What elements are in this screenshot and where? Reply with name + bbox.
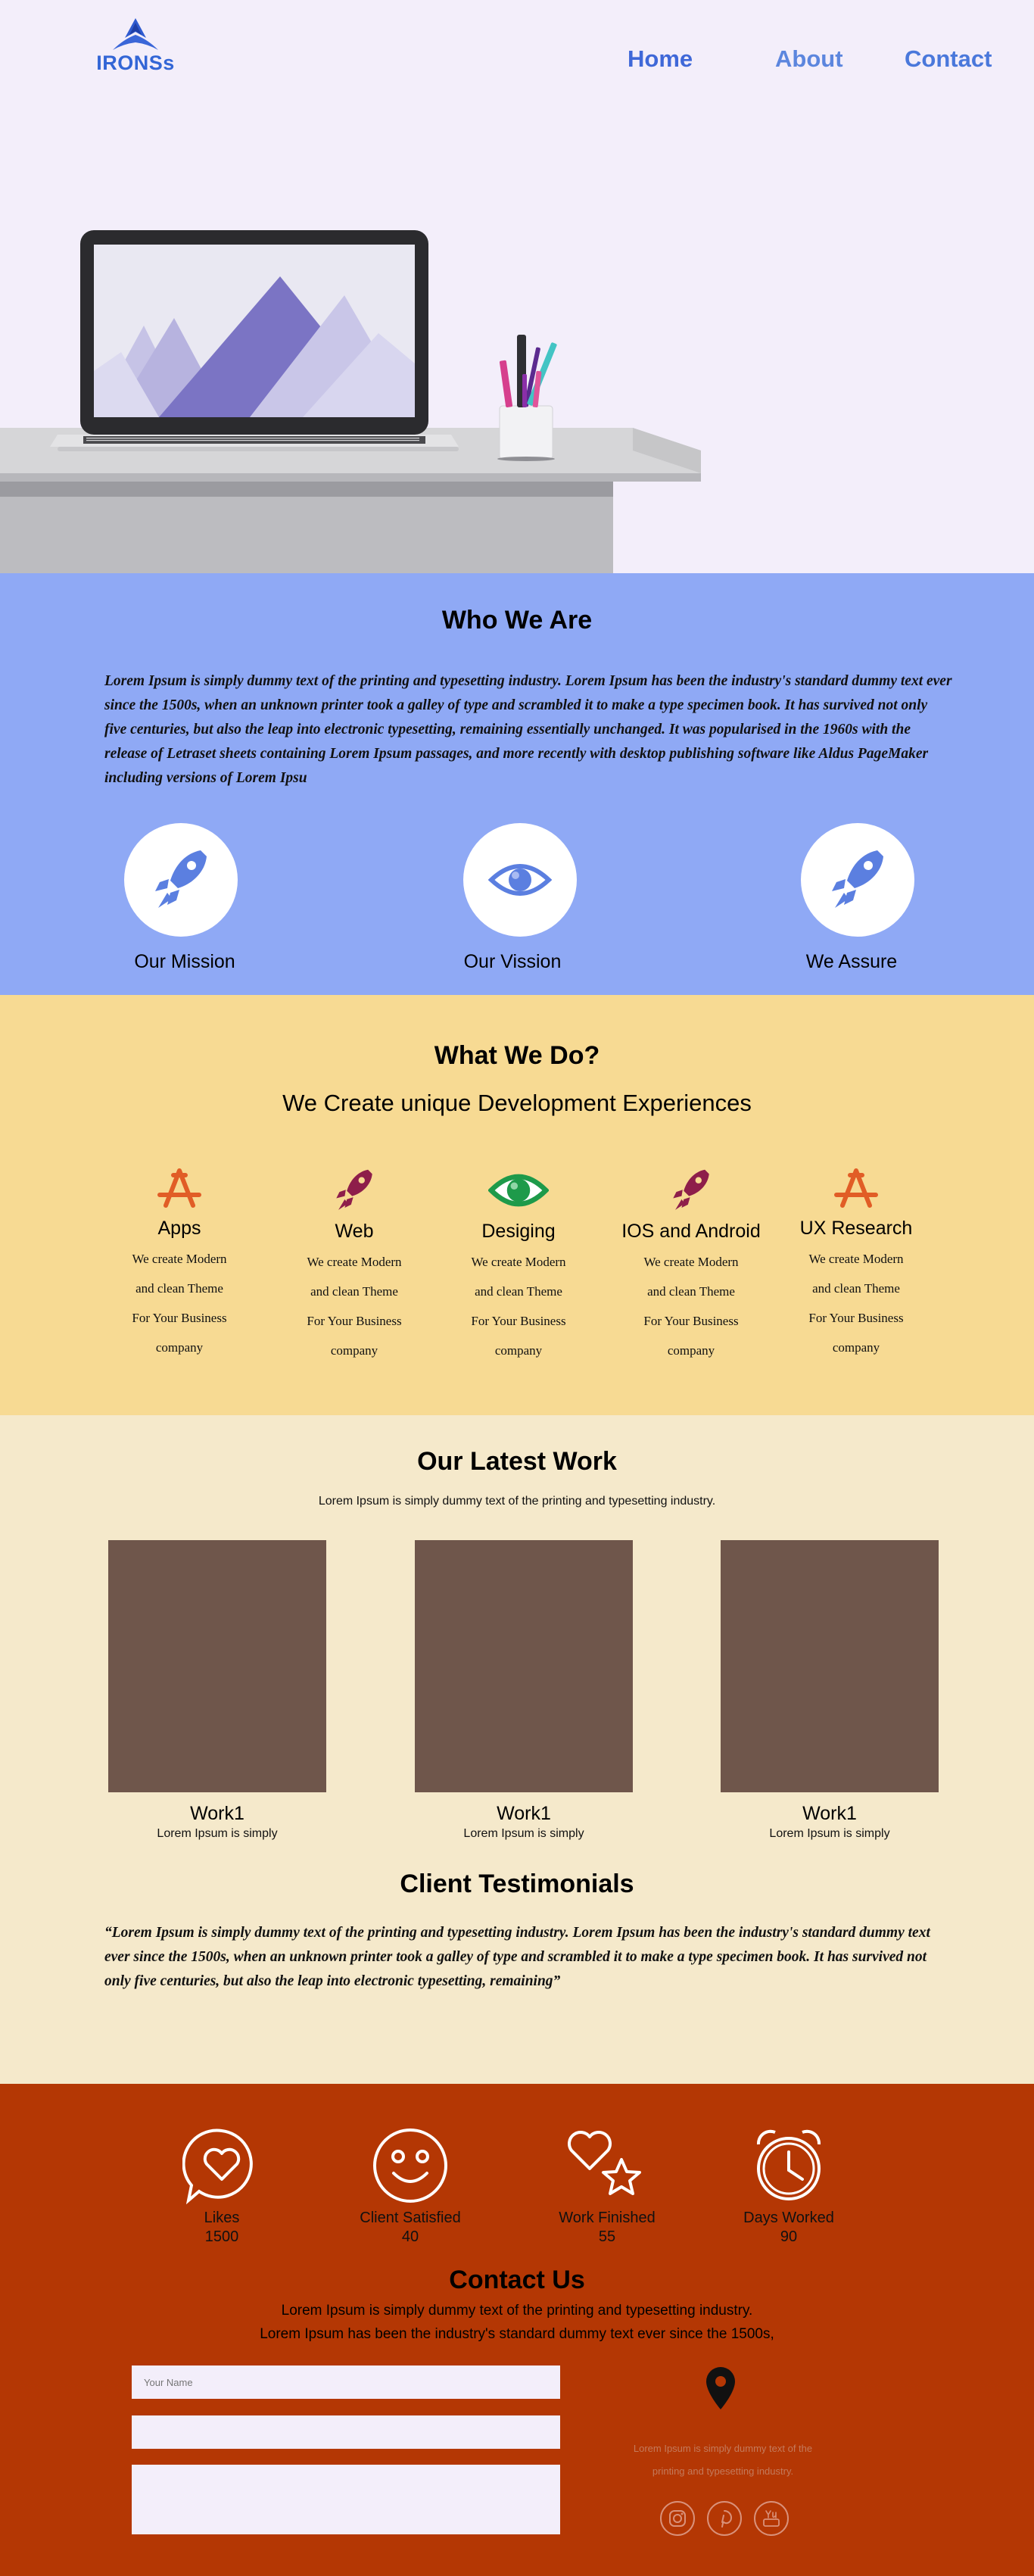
stat-label: Work Finished: [559, 2210, 656, 2226]
work-image[interactable]: [108, 1540, 326, 1792]
rocket-icon: [832, 850, 883, 908]
what-we-do-subtitle: We Create unique Development Experiences: [282, 1090, 752, 1116]
latest-work-section: Our Latest Work Lorem Ipsum is simply du…: [0, 1415, 1034, 2084]
what-we-do-section: What We Do? We Create unique Development…: [0, 995, 1034, 1415]
eye-icon: [488, 1174, 549, 1207]
pinterest-icon[interactable]: [707, 2501, 742, 2536]
heart-star-icon: [568, 2131, 641, 2195]
service-name: Desiging: [481, 1221, 556, 1242]
desk-lip: [0, 473, 701, 482]
stat-clients: Client Satisfied 40: [335, 2126, 486, 2246]
testimonial-quote: “Lorem Ipsum is simply dummy text of the…: [104, 1925, 930, 1989]
work-card[interactable]: Work1 Lorem Ipsum is simply: [108, 1540, 326, 1841]
mission-circle[interactable]: [124, 823, 238, 937]
smiley-icon: [373, 2128, 447, 2203]
service-name: Web: [335, 1221, 374, 1242]
stat-value: 1500: [204, 2228, 239, 2245]
hero-illustration: [0, 230, 701, 573]
desk-shelf: [0, 482, 613, 497]
logo-icon: [113, 18, 158, 50]
service-ux-research[interactable]: UX Research We create Modern and clean Th…: [780, 1168, 932, 1362]
nav-contact-link[interactable]: Contact: [905, 45, 992, 73]
nav-home-link[interactable]: Home: [628, 45, 693, 73]
pen-cup: [499, 405, 553, 460]
service-desc: We create Modern and clean Theme For Your …: [471, 1255, 566, 1358]
assure-circle[interactable]: [801, 823, 914, 937]
mission-label: Our Mission: [134, 951, 235, 972]
assure-label: We Assure: [805, 951, 898, 972]
eye-icon: [488, 864, 552, 896]
stat-value: 40: [401, 2228, 419, 2245]
stat-days-worked: Days Worked 90: [713, 2126, 864, 2246]
work-name: Work1: [497, 1803, 551, 1824]
service-ios-android[interactable]: IOS and Android We create Modern and clea…: [615, 1168, 767, 1365]
work-name: Work1: [802, 1803, 857, 1824]
stat-value: 90: [780, 2228, 798, 2245]
logo[interactable]: IRONSs: [94, 15, 177, 75]
location-pin-icon: [706, 2367, 735, 2409]
contact-text-line: Lorem Ipsum has been the industry's stan…: [260, 2326, 774, 2342]
app-store-icon: [834, 1168, 878, 1208]
stat-label: Likes: [204, 2210, 240, 2226]
stat-value: 55: [598, 2228, 616, 2245]
rocket-icon: [336, 1169, 372, 1210]
nav-about-link[interactable]: About: [775, 45, 843, 73]
work-desc: Lorem Ipsum is simply: [463, 1827, 584, 1840]
vision-label: Our Vission: [463, 951, 562, 972]
service-desc: We create Modern and clean Theme For Your …: [808, 1252, 904, 1355]
stat-label: Client Satisfied: [360, 2210, 461, 2226]
service-desc: We create Modern and clean Theme For Your …: [643, 1255, 739, 1358]
work-name: Work1: [190, 1803, 244, 1824]
service-desc: We create Modern and clean Theme For Your …: [132, 1252, 227, 1355]
contact-text-line: Lorem Ipsum is simply dummy text of the …: [281, 2303, 753, 2319]
address-text: Lorem Ipsum is simply dummy text of the …: [633, 2443, 813, 2477]
alarm-clock-icon: [756, 2129, 821, 2200]
work-image[interactable]: [721, 1540, 939, 1792]
what-we-do-title: What We Do?: [434, 1041, 600, 1070]
youtube-icon[interactable]: [754, 2501, 789, 2536]
testimonials-title: Client Testimonials: [400, 1870, 634, 1898]
stat-label: Days Worked: [743, 2210, 834, 2226]
logo-text: IRONSs: [96, 51, 175, 74]
service-apps[interactable]: Apps We create Modern and clean Theme For …: [104, 1168, 255, 1362]
work-image[interactable]: [415, 1540, 633, 1792]
contact-title: Contact Us: [449, 2266, 585, 2294]
service-desc: We create Modern and clean Theme For Your …: [307, 1255, 402, 1358]
stat-likes: Likes 1500: [146, 2126, 297, 2246]
name-field[interactable]: [132, 2365, 560, 2399]
work-card[interactable]: Work1 Lorem Ipsum is simply: [415, 1540, 633, 1841]
message-field[interactable]: [132, 2465, 560, 2534]
work-card[interactable]: Work1 Lorem Ipsum is simply: [721, 1540, 939, 1841]
service-web[interactable]: Web We create Modern and clean Theme For Y…: [279, 1168, 430, 1365]
rocket-icon: [155, 850, 207, 908]
latest-work-subtitle: Lorem Ipsum is simply dummy text of the …: [318, 1495, 716, 1508]
vision-circle[interactable]: [463, 823, 577, 937]
email-field[interactable]: [132, 2415, 560, 2449]
who-we-are-title: Who We Are: [441, 606, 593, 635]
who-we-are-section: Who We Are Lorem Ipsum is simply dummy t…: [0, 573, 1034, 995]
service-name: IOS and Android: [621, 1221, 761, 1242]
latest-work-title: Our Latest Work: [417, 1447, 617, 1476]
work-desc: Lorem Ipsum is simply: [769, 1827, 890, 1840]
app-store-icon: [157, 1168, 201, 1208]
service-designing[interactable]: Desiging We create Modern and clean Theme…: [443, 1168, 594, 1365]
hero-section: IRONSs Home About Contact: [0, 0, 1034, 573]
instagram-icon[interactable]: [660, 2501, 695, 2536]
who-we-are-text: Lorem Ipsum is simply dummy text of the …: [104, 673, 952, 786]
heart-chat-icon: [182, 2128, 253, 2205]
contact-footer-section: Likes 1500 Client Satisfied 40 Work Fini…: [0, 2084, 1034, 2576]
desk-body: [0, 497, 613, 573]
service-name: Apps: [157, 1218, 201, 1239]
service-name: UX Research: [799, 1218, 913, 1239]
stat-work-finished: Work Finished 55: [531, 2126, 683, 2246]
work-desc: Lorem Ipsum is simply: [157, 1827, 278, 1840]
rocket-icon: [673, 1169, 709, 1210]
